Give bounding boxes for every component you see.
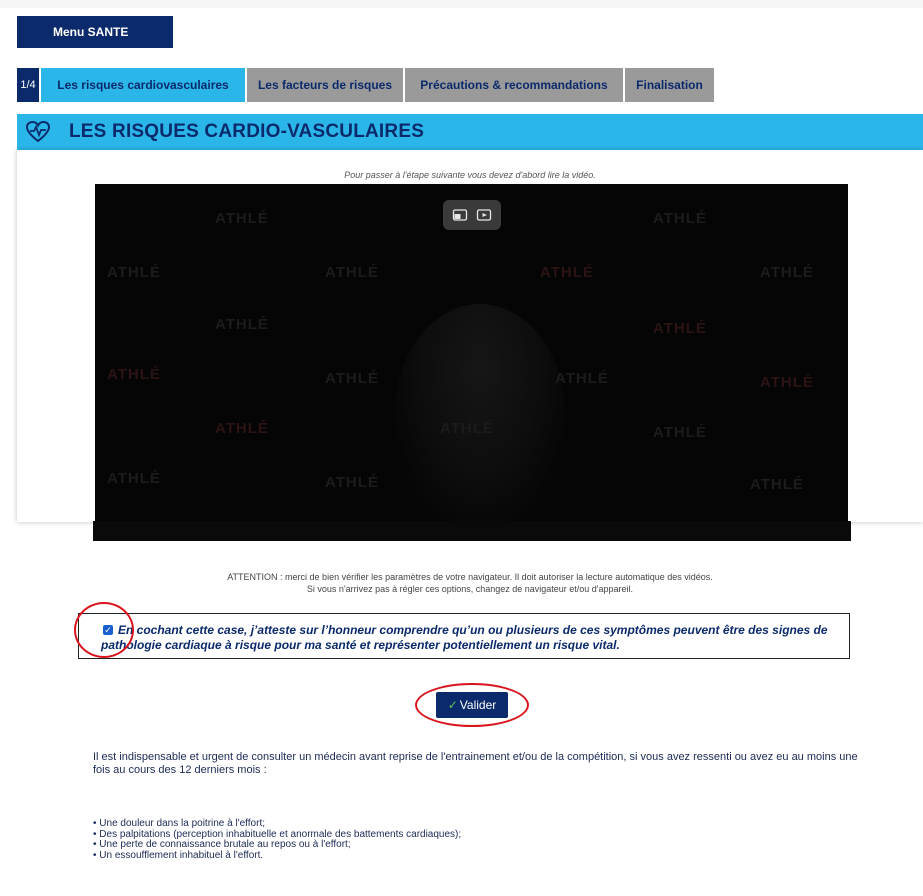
watermark: ATHLÉ [325, 474, 379, 491]
video-player[interactable]: ATHLÉ ATHLÉ ATHLÉ ATHLÉ ATHLÉ ATHLÉ ATHL… [95, 184, 848, 521]
watermark: ATHLÉ [653, 424, 707, 441]
watermark: ATHLÉ [540, 264, 594, 281]
video-instruction: Pour passer à l'étape suivante vous deve… [344, 170, 596, 180]
heart-pulse-icon [25, 120, 51, 143]
top-shade [0, 0, 923, 8]
consent-box: En cochant cette case, j’atteste sur l’h… [78, 613, 850, 659]
watermark: ATHLÉ [215, 210, 269, 227]
tab-precautions-recommandations[interactable]: Précautions & recommandations [405, 68, 623, 102]
watermark: ATHLÉ [440, 420, 494, 437]
annotation-circle-checkbox [74, 602, 134, 658]
video-controls [443, 200, 501, 230]
video-bottom-bar [93, 521, 851, 541]
attention-notice: ATTENTION : merci de bien vérifier les p… [0, 571, 923, 595]
watermark: ATHLÉ [653, 320, 707, 337]
watermark: ATHLÉ [555, 370, 609, 387]
section-title: LES RISQUES CARDIO-VASCULAIRES [69, 121, 425, 142]
info-text: Il est indispensable et urgent de consul… [93, 751, 858, 776]
tab-risques-cardiovasculaires[interactable]: Les risques cardiovasculaires [41, 68, 245, 102]
watermark: ATHLÉ [750, 476, 804, 493]
watermark: ATHLÉ [760, 374, 814, 391]
watermark: ATHLÉ [215, 316, 269, 333]
consent-text: En cochant cette case, j’atteste sur l’h… [101, 623, 828, 652]
step-badge: 1/4 [17, 68, 39, 102]
attention-line-2: Si vous n'arrivez pas à régler ces optio… [306, 584, 634, 594]
watermark: ATHLÉ [107, 264, 161, 281]
watermark: ATHLÉ [325, 370, 379, 387]
picture-in-picture-icon[interactable] [452, 207, 468, 223]
cast-video-icon[interactable] [476, 207, 492, 223]
watermark: ATHLÉ [215, 420, 269, 437]
attention-line-1: ATTENTION : merci de bien vérifier les p… [227, 572, 713, 582]
tab-finalisation[interactable]: Finalisation [625, 68, 714, 102]
section-header: LES RISQUES CARDIO-VASCULAIRES [17, 114, 923, 150]
symptom-list: • Une douleur dans la poitrine à l'effor… [93, 818, 873, 861]
list-item: • Une douleur dans la poitrine à l'effor… [93, 818, 265, 829]
menu-sante-button[interactable]: Menu SANTE [17, 16, 173, 48]
watermark: ATHLÉ [325, 264, 379, 281]
watermark: ATHLÉ [653, 210, 707, 227]
video-person [395, 304, 565, 521]
tab-facteurs-de-risques[interactable]: Les facteurs de risques [247, 68, 403, 102]
watermark: ATHLÉ [760, 264, 814, 281]
list-item: • Un essoufflement inhabituel à l'effort… [93, 849, 264, 861]
watermark: ATHLÉ [107, 366, 161, 383]
annotation-circle-valider [415, 683, 529, 727]
list-item: • Une perte de connaissance brutale au r… [93, 839, 351, 850]
watermark: ATHLÉ [107, 470, 161, 487]
